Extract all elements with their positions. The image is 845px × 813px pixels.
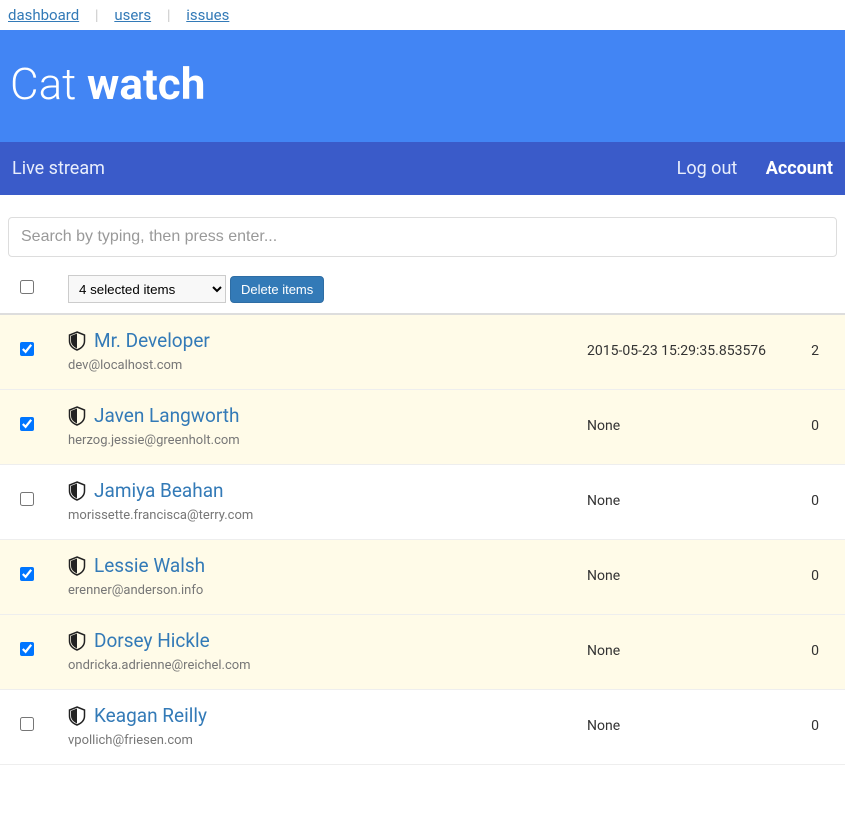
- row-timestamp: None: [587, 568, 797, 584]
- toolbar-row: 4 selected items Delete items: [0, 257, 845, 315]
- user-name-link[interactable]: Dorsey Hickle: [94, 629, 210, 652]
- shield-icon: [68, 481, 86, 501]
- row-checkbox-cell: [8, 567, 68, 585]
- nav-sep: |: [167, 6, 171, 24]
- rows-container: Mr. Developer dev@localhost.com 2015-05-…: [0, 315, 845, 765]
- row-checkbox-cell: [8, 717, 68, 735]
- table-row: Dorsey Hickle ondricka.adrienne@reichel.…: [0, 615, 845, 690]
- row-timestamp: None: [587, 643, 797, 659]
- row-checkbox-cell: [8, 642, 68, 660]
- main-container: [0, 195, 845, 257]
- row-checkbox[interactable]: [20, 717, 34, 731]
- row-count: 0: [797, 643, 837, 659]
- row-count: 0: [797, 718, 837, 734]
- row-main: Javen Langworth herzog.jessie@greenholt.…: [68, 404, 587, 448]
- user-name-link[interactable]: Javen Langworth: [94, 404, 239, 427]
- title-bold: watch: [87, 58, 205, 110]
- row-name-line: Lessie Walsh: [68, 554, 587, 577]
- nav-issues[interactable]: issues: [186, 6, 229, 24]
- page-title: Cat watch: [10, 58, 835, 110]
- select-all-cell: [8, 280, 68, 298]
- row-name-line: Mr. Developer: [68, 329, 587, 352]
- title-light: Cat: [10, 58, 87, 110]
- row-count: 0: [797, 493, 837, 509]
- account-link[interactable]: Account: [766, 158, 833, 179]
- row-checkbox-cell: [8, 492, 68, 510]
- shield-icon: [68, 331, 86, 351]
- bulk-select[interactable]: 4 selected items: [68, 275, 226, 303]
- user-name-link[interactable]: Keagan Reilly: [94, 704, 207, 727]
- row-main: Dorsey Hickle ondricka.adrienne@reichel.…: [68, 629, 587, 673]
- logout-link[interactable]: Log out: [677, 158, 738, 179]
- row-timestamp: None: [587, 418, 797, 434]
- row-main: Lessie Walsh erenner@anderson.info: [68, 554, 587, 598]
- user-email: ondricka.adrienne@reichel.com: [68, 658, 587, 673]
- user-name-link[interactable]: Mr. Developer: [94, 329, 210, 352]
- row-checkbox[interactable]: [20, 642, 34, 656]
- nav-sep: |: [95, 6, 99, 24]
- user-name-link[interactable]: Lessie Walsh: [94, 554, 205, 577]
- user-email: erenner@anderson.info: [68, 583, 587, 598]
- shield-icon: [68, 706, 86, 726]
- shield-icon: [68, 406, 86, 426]
- page-header: Cat watch: [0, 30, 845, 142]
- row-name-line: Jamiya Beahan: [68, 479, 587, 502]
- row-checkbox[interactable]: [20, 342, 34, 356]
- subnav-right: Log out Account: [653, 158, 833, 179]
- row-timestamp: 2015-05-23 15:29:35.853576: [587, 343, 797, 359]
- row-checkbox[interactable]: [20, 417, 34, 431]
- row-name-line: Dorsey Hickle: [68, 629, 587, 652]
- user-email: dev@localhost.com: [68, 358, 587, 373]
- table-row: Javen Langworth herzog.jessie@greenholt.…: [0, 390, 845, 465]
- sub-nav: Live stream Log out Account: [0, 142, 845, 195]
- shield-icon: [68, 556, 86, 576]
- user-name-link[interactable]: Jamiya Beahan: [94, 479, 224, 502]
- user-email: vpollich@friesen.com: [68, 733, 587, 748]
- row-count: 0: [797, 568, 837, 584]
- row-checkbox-cell: [8, 417, 68, 435]
- row-name-line: Keagan Reilly: [68, 704, 587, 727]
- table-row: Lessie Walsh erenner@anderson.info None …: [0, 540, 845, 615]
- row-count: 0: [797, 418, 837, 434]
- subnav-left[interactable]: Live stream: [12, 158, 653, 179]
- user-email: herzog.jessie@greenholt.com: [68, 433, 587, 448]
- row-main: Keagan Reilly vpollich@friesen.com: [68, 704, 587, 748]
- search-input[interactable]: [8, 217, 837, 257]
- row-main: Mr. Developer dev@localhost.com: [68, 329, 587, 373]
- row-main: Jamiya Beahan morissette.francisca@terry…: [68, 479, 587, 523]
- user-email: morissette.francisca@terry.com: [68, 508, 587, 523]
- row-checkbox[interactable]: [20, 567, 34, 581]
- row-checkbox-cell: [8, 342, 68, 360]
- row-count: 2: [797, 343, 837, 359]
- table-row: Mr. Developer dev@localhost.com 2015-05-…: [0, 315, 845, 390]
- row-checkbox[interactable]: [20, 492, 34, 506]
- row-timestamp: None: [587, 493, 797, 509]
- row-timestamp: None: [587, 718, 797, 734]
- nav-users[interactable]: users: [114, 6, 151, 24]
- select-all-checkbox[interactable]: [20, 280, 34, 294]
- top-nav: dashboard | users | issues: [0, 0, 845, 30]
- table-row: Keagan Reilly vpollich@friesen.com None …: [0, 690, 845, 765]
- row-name-line: Javen Langworth: [68, 404, 587, 427]
- shield-icon: [68, 631, 86, 651]
- nav-dashboard[interactable]: dashboard: [8, 6, 79, 24]
- table-row: Jamiya Beahan morissette.francisca@terry…: [0, 465, 845, 540]
- delete-button[interactable]: Delete items: [230, 276, 324, 303]
